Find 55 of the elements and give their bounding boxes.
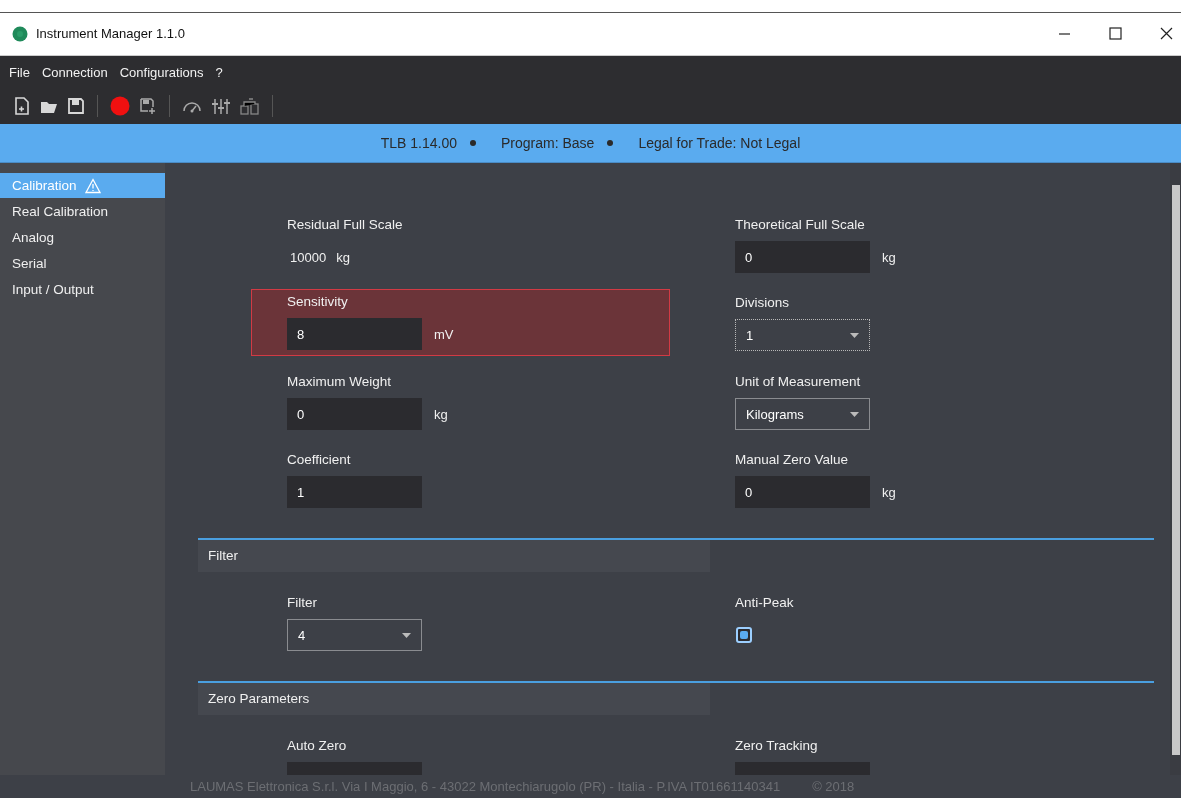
sliders-icon[interactable]	[211, 97, 231, 116]
status-text: TLB 1.14.00	[380, 135, 457, 152]
input-field[interactable]: 0	[735, 241, 870, 274]
input-field[interactable]: 0	[287, 398, 422, 431]
unit-text: kg	[336, 249, 350, 265]
maximize-icon[interactable]	[1109, 27, 1122, 41]
scrollbar[interactable]	[1170, 163, 1181, 776]
floppy-disk-plus-icon[interactable]	[139, 97, 157, 116]
unit-text: mV	[434, 326, 454, 342]
dropdown[interactable]: 4	[287, 619, 422, 652]
unit-text: kg	[434, 406, 448, 422]
caret-icon	[850, 332, 859, 338]
section-header: Zero Parameters	[198, 683, 710, 716]
dropdown[interactable]: Kilograms	[735, 398, 870, 431]
section-header: Filter	[198, 540, 710, 573]
new-file-icon[interactable]	[13, 97, 31, 116]
checkbox[interactable]	[736, 627, 752, 644]
field-label: Manual Zero Value	[735, 451, 850, 470]
field-label: Theoretical Full Scale	[735, 216, 866, 235]
menu-item[interactable]: Connection	[40, 62, 109, 82]
separator-dot	[607, 140, 614, 147]
window-title: Instrument Manager 1.1.0	[36, 26, 185, 42]
menu-item[interactable]: ?	[214, 62, 224, 82]
caret-icon	[402, 632, 411, 638]
caret-icon	[850, 411, 859, 417]
menu-item[interactable]: Configurations	[118, 62, 205, 82]
weights-icon[interactable]	[240, 97, 260, 116]
field-label: Filter	[287, 594, 318, 613]
field-label: Coefficient	[287, 451, 352, 470]
field-label: Maximum Weight	[287, 373, 393, 392]
input-field[interactable]: 1	[287, 476, 422, 509]
status-text: Program: Base	[501, 135, 595, 152]
unit-text: kg	[882, 249, 896, 265]
sidebar-item[interactable]: Input / Output	[0, 277, 165, 303]
input-field[interactable]: 8	[287, 318, 422, 351]
field-label: Anti-Peak	[735, 594, 795, 613]
field-label: Unit of Measurement	[735, 373, 862, 392]
record-icon[interactable]	[110, 96, 130, 117]
dropdown[interactable]: 1	[735, 319, 870, 352]
value-text: 10000	[290, 249, 327, 265]
sidebar-item[interactable]: Serial	[0, 251, 165, 277]
input-field[interactable]: 0	[735, 476, 870, 509]
field-label: Sensitivity	[287, 293, 349, 312]
menu-item[interactable]: File	[8, 62, 31, 82]
field-label: Divisions	[735, 294, 790, 313]
field-label: Zero Tracking	[735, 737, 819, 756]
field-label: Auto Zero	[287, 737, 348, 756]
unit-text: kg	[882, 484, 896, 500]
status-text: Legal for Trade: Not Legal	[638, 135, 801, 152]
sidebar-item[interactable]: Analog	[0, 225, 165, 251]
separator-dot	[470, 140, 476, 147]
close-icon[interactable]	[1160, 27, 1173, 41]
app-logo-icon	[12, 25, 28, 42]
sidebar-item[interactable]: Real Calibration	[0, 199, 165, 225]
field-label: Residual Full Scale	[287, 216, 404, 235]
